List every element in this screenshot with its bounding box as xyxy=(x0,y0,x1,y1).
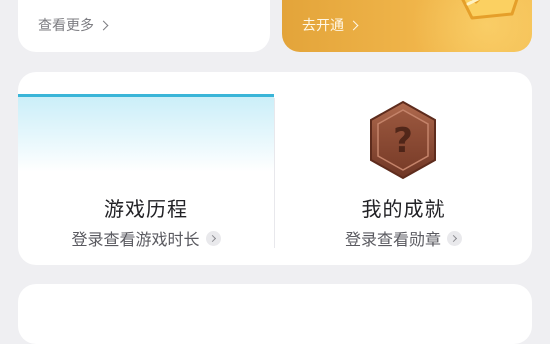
chevron-right-icon xyxy=(98,20,109,30)
vip-open-label: 去开通 xyxy=(302,18,344,34)
achievements-subtitle: 登录查看勋章 xyxy=(344,230,441,249)
vip-crown-icon xyxy=(461,0,519,20)
game-history-panel[interactable]: 游戏历程 登录查看游戏时长 xyxy=(18,72,274,265)
vip-open-link[interactable]: 去开通 xyxy=(302,15,359,35)
achievements-subtitle-row: 登录查看勋章 xyxy=(275,226,532,250)
chevron-right-icon xyxy=(205,230,221,246)
vip-card[interactable]: 去开通 xyxy=(282,0,532,52)
question-badge-icon: ? xyxy=(370,100,436,180)
badge-question-mark: ? xyxy=(393,121,413,161)
bottom-card xyxy=(18,284,532,344)
game-history-title: 游戏历程 xyxy=(104,197,188,221)
game-stats-card: 游戏历程 登录查看游戏时长 ? 我的成就 登录查看勋章 xyxy=(18,72,532,265)
game-history-subtitle-row: 登录查看游戏时长 xyxy=(18,226,274,250)
achievements-panel[interactable]: ? 我的成就 登录查看勋章 xyxy=(275,72,532,265)
view-more-link[interactable]: 查看更多 xyxy=(38,15,109,35)
top-left-card: 查看更多 xyxy=(18,0,270,52)
view-more-label: 查看更多 xyxy=(38,18,94,34)
chevron-right-icon xyxy=(447,230,462,246)
game-history-subtitle: 登录查看游戏时长 xyxy=(71,230,200,249)
chevron-right-icon xyxy=(348,20,359,30)
achievements-title: 我的成就 xyxy=(361,197,446,221)
